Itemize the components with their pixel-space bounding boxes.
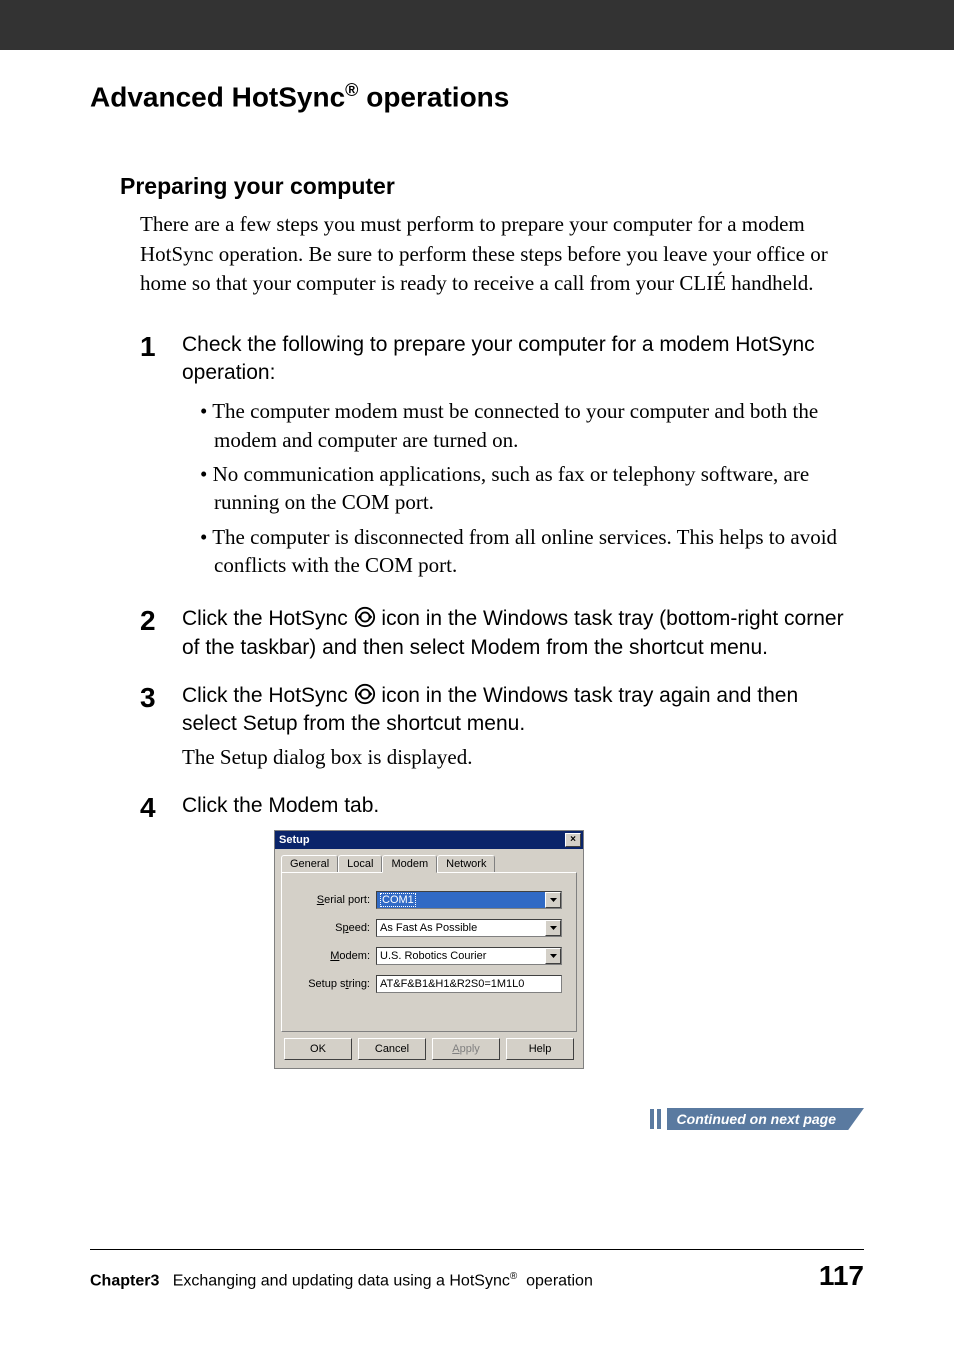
modem-value: U.S. Robotics Courier [380, 950, 486, 962]
label-post: eed: [349, 922, 370, 934]
hotsync-icon [354, 683, 376, 705]
label-post: ring: [349, 978, 370, 990]
step-3-sub: The Setup dialog box is displayed. [182, 743, 854, 772]
chevron-down-icon[interactable] [545, 920, 561, 936]
cancel-label: Cancel [375, 1043, 409, 1055]
setup-dialog: Setup × General Local Modem Network Seri… [274, 830, 584, 1069]
step-1-bullets: The computer modem must be connected to … [200, 397, 854, 579]
step-3-body: Click the HotSync icon in the Windows ta… [182, 682, 854, 772]
speed-value: As Fast As Possible [380, 922, 477, 934]
step-2: 2 Click the HotSync icon in the Windows … [140, 605, 854, 662]
help-button[interactable]: Help [506, 1038, 574, 1060]
help-label: Help [529, 1043, 552, 1055]
step-1-body: Check the following to prepare your comp… [182, 331, 854, 586]
chevron-down-icon[interactable] [545, 948, 561, 964]
setup-string-value: AT&F&B1&H1&R2S0=1M1L0 [380, 978, 524, 990]
step-4-body: Click the Modem tab. Setup × General Loc… [182, 792, 854, 1069]
setup-string-row: Setup string: AT&F&B1&H1&R2S0=1M1L0 [296, 975, 562, 993]
step-2-pre: Click the HotSync [182, 607, 354, 630]
apply-label: Apply [452, 1043, 480, 1055]
intro-paragraph: There are a few steps you must perform t… [140, 210, 854, 298]
step-3-number: 3 [140, 682, 182, 772]
step-4-text: Click the Modem tab. [182, 792, 854, 820]
step-1-number: 1 [140, 331, 182, 586]
title-post: operations [358, 81, 509, 112]
chevron-down-icon[interactable] [545, 892, 561, 908]
step-3-text: Click the HotSync icon in the Windows ta… [182, 682, 854, 739]
modem-label: Modem: [296, 950, 376, 962]
step-2-number: 2 [140, 605, 182, 662]
continued-text: Continued on next page [667, 1108, 864, 1130]
step-4-number: 4 [140, 792, 182, 1069]
chapter-label: Chapter3 [90, 1272, 159, 1289]
step-3-pre: Click the HotSync [182, 684, 354, 707]
step-1: 1 Check the following to prepare your co… [140, 331, 854, 586]
dialog-buttons: OK Cancel Apply Help [275, 1038, 583, 1068]
ok-label: OK [310, 1043, 326, 1055]
label-pre: Setup s [308, 978, 345, 990]
registered-mark: ® [345, 80, 358, 100]
tab-network[interactable]: Network [437, 855, 495, 872]
speed-label: Speed: [296, 922, 376, 934]
serial-port-value: COM1 [380, 893, 416, 907]
speed-select[interactable]: As Fast As Possible [376, 919, 562, 937]
setup-string-label: Setup string: [296, 978, 376, 990]
apply-button[interactable]: Apply [432, 1038, 500, 1060]
dialog-titlebar[interactable]: Setup × [275, 831, 583, 849]
dialog-title: Setup [279, 834, 310, 846]
serial-port-label: Serial port: [296, 894, 376, 906]
continued-banner: Continued on next page [650, 1108, 864, 1130]
close-icon[interactable]: × [565, 833, 581, 847]
modem-select[interactable]: U.S. Robotics Courier [376, 947, 562, 965]
modem-panel: Serial port: COM1 Speed: As Fast As Poss… [281, 872, 577, 1032]
bullet-item: The computer is disconnected from all on… [200, 523, 854, 580]
serial-port-row: Serial port: COM1 [296, 891, 562, 909]
ok-button[interactable]: OK [284, 1038, 352, 1060]
title-pre: Advanced HotSync [90, 81, 345, 112]
step-2-text: Click the HotSync icon in the Windows ta… [182, 605, 854, 662]
tab-general[interactable]: General [281, 855, 338, 872]
page-number: 117 [819, 1260, 864, 1292]
registered-mark: ® [510, 1271, 517, 1282]
step-3: 3 Click the HotSync icon in the Windows … [140, 682, 854, 772]
cancel-button[interactable]: Cancel [358, 1038, 426, 1060]
chapter-text-post: operation [522, 1272, 593, 1289]
bullet-item: The computer modem must be connected to … [200, 397, 854, 454]
bullet-item: No communication applications, such as f… [200, 460, 854, 517]
page-footer: Chapter3 Exchanging and updating data us… [90, 1249, 864, 1292]
setup-string-input[interactable]: AT&F&B1&H1&R2S0=1M1L0 [376, 975, 562, 993]
chapter-text-pre: Exchanging and updating data using a Hot… [173, 1272, 510, 1289]
section-heading: Preparing your computer [120, 173, 864, 200]
label-rest: odem: [339, 950, 370, 962]
serial-port-select[interactable]: COM1 [376, 891, 562, 909]
page-title: Advanced HotSync® operations [90, 80, 864, 113]
footer-chapter: Chapter3 Exchanging and updating data us… [90, 1271, 593, 1290]
label-rest: erial port: [324, 894, 370, 906]
speed-row: Speed: As Fast As Possible [296, 919, 562, 937]
apply-rest: pply [460, 1043, 480, 1055]
banner-bars-icon [650, 1109, 661, 1129]
hotsync-icon [354, 606, 376, 628]
header-bar [0, 0, 954, 50]
apply-underline: A [452, 1043, 459, 1055]
step-4: 4 Click the Modem tab. Setup × General L… [140, 792, 854, 1069]
tab-local[interactable]: Local [338, 855, 382, 872]
page-content: Advanced HotSync® operations Preparing y… [0, 50, 954, 1069]
modem-row: Modem: U.S. Robotics Courier [296, 947, 562, 965]
dialog-tabs: General Local Modem Network [275, 849, 583, 872]
step-2-body: Click the HotSync icon in the Windows ta… [182, 605, 854, 662]
step-1-text: Check the following to prepare your comp… [182, 331, 854, 388]
tab-modem[interactable]: Modem [382, 855, 437, 873]
